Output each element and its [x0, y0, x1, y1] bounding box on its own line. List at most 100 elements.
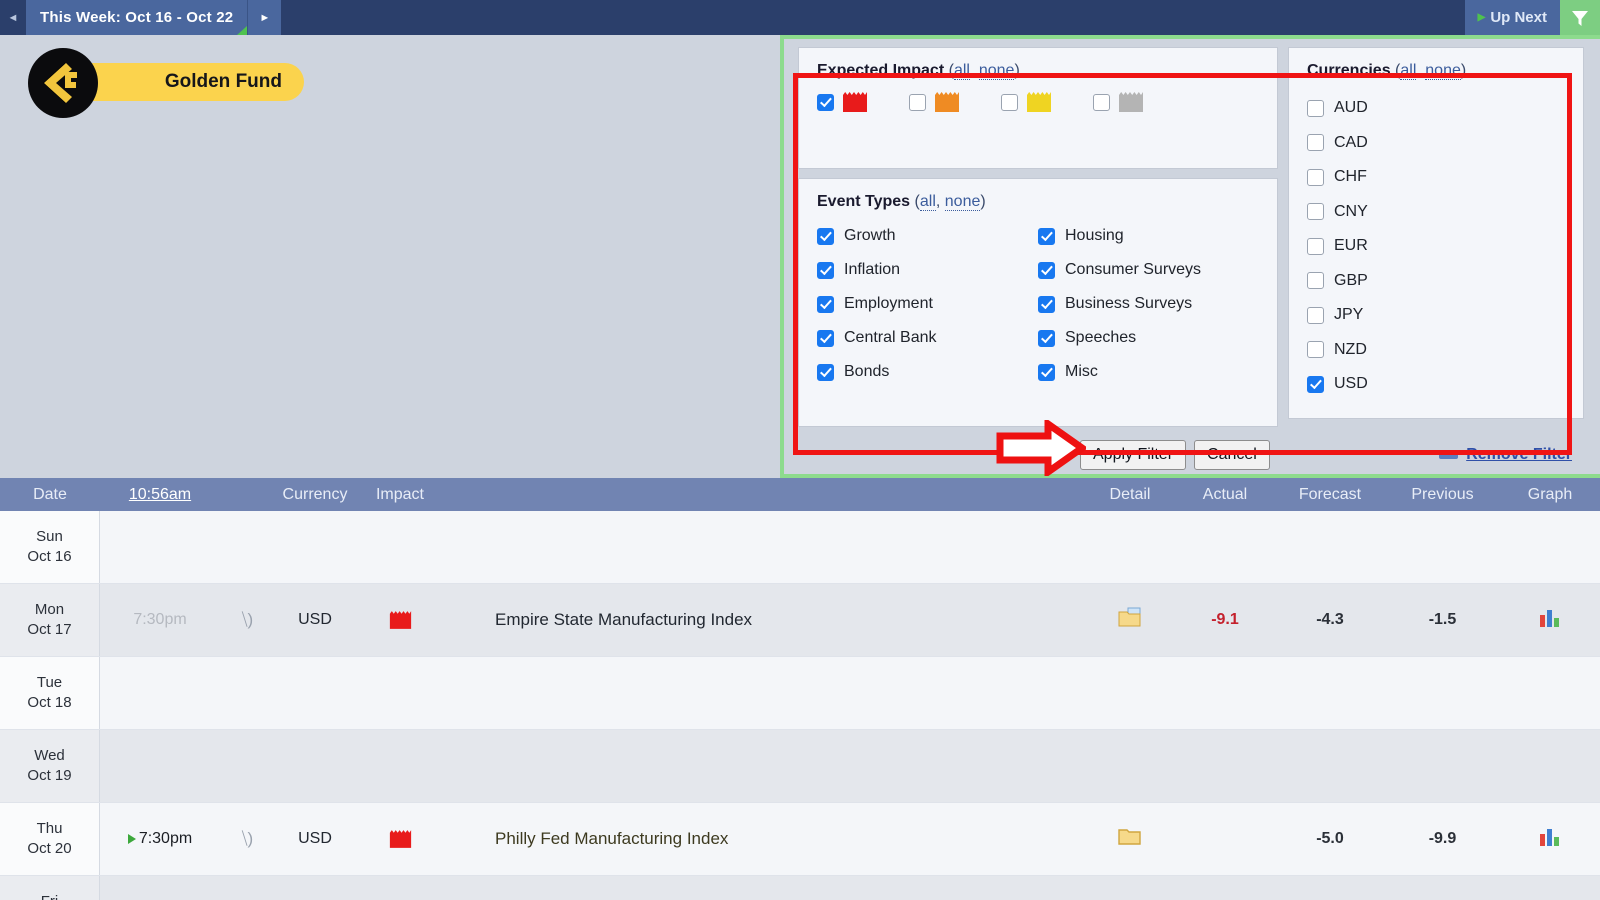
calendar-row[interactable]: Wed Oct 19 [0, 730, 1600, 803]
row-date-text: Oct 20 [27, 840, 72, 857]
impact-option-2[interactable] [1001, 91, 1093, 113]
cancel-button[interactable]: Cancel [1194, 440, 1270, 470]
event-type-employment[interactable]: Employment [817, 290, 1038, 318]
row-sound-alert[interactable]: ⧹) [220, 610, 275, 630]
current-week-tab[interactable]: This Week: Oct 16 - Oct 22 [26, 0, 248, 35]
event-type-consumer-surveys[interactable]: Consumer Surveys [1038, 256, 1259, 284]
event-type-checkbox-4[interactable] [1038, 363, 1055, 381]
currencies-select-none-link[interactable]: none [1425, 62, 1461, 80]
currency-label: CAD [1334, 133, 1368, 151]
currency-option-gbp[interactable]: GBP [1307, 264, 1565, 299]
currency-option-eur[interactable]: EUR [1307, 229, 1565, 264]
impact-checkbox-0[interactable] [817, 93, 834, 111]
impact-checkbox-2[interactable] [1001, 93, 1018, 111]
event-type-checkbox-1[interactable] [817, 261, 834, 279]
folder-page-icon[interactable] [1118, 607, 1142, 628]
row-graph[interactable] [1500, 827, 1600, 852]
calendar-row[interactable]: FriOct 21 [0, 876, 1600, 900]
row-detail[interactable] [1085, 607, 1175, 633]
event-types-title-text: Event Types [817, 193, 911, 210]
event-type-bonds[interactable]: Bonds [817, 358, 1038, 386]
impact-option-3[interactable] [1093, 91, 1185, 113]
currency-checkbox-aud[interactable] [1307, 99, 1324, 117]
event-type-checkbox-2[interactable] [817, 295, 834, 313]
column-header-impact[interactable]: Impact [355, 486, 445, 504]
row-detail[interactable] [1085, 826, 1175, 852]
currency-checkbox-cad[interactable] [1307, 134, 1324, 152]
currency-label: CNY [1334, 202, 1368, 220]
currency-checkbox-eur[interactable] [1307, 237, 1324, 255]
impact-folder-yellow-icon [1027, 92, 1051, 112]
event-type-misc[interactable]: Misc [1038, 358, 1259, 386]
up-next-button[interactable]: ▶ Up Next [1464, 0, 1560, 35]
event-type-checkbox-3[interactable] [1038, 329, 1055, 347]
column-header-detail[interactable]: Detail [1085, 486, 1175, 504]
column-header-currency[interactable]: Currency [275, 486, 355, 504]
impact-checkbox-1[interactable] [909, 93, 926, 111]
currency-checkbox-usd[interactable] [1307, 375, 1324, 393]
event-type-inflation[interactable]: Inflation [817, 256, 1038, 284]
currency-option-jpy[interactable]: JPY [1307, 298, 1565, 333]
calendar-row[interactable]: Thu Oct 20 7:30pm ⧹) USD Philly Fed Manufactu… [0, 803, 1600, 876]
row-forecast: -5.0 [1316, 830, 1344, 847]
brand-logo[interactable]: Golden Fund [28, 48, 304, 118]
row-sound-alert[interactable]: ⧹) [220, 829, 275, 849]
expected-impact-options [817, 91, 1259, 113]
previous-week-arrow-icon[interactable]: ◄ [0, 0, 26, 35]
impact-select-all-link[interactable]: all [953, 62, 970, 80]
event-type-checkbox-2[interactable] [1038, 295, 1055, 313]
impact-checkbox-3[interactable] [1093, 93, 1110, 111]
event-type-checkbox-1[interactable] [1038, 261, 1055, 279]
row-event-title[interactable]: Empire State Manufacturing Index [445, 610, 1085, 630]
currency-checkbox-cny[interactable] [1307, 203, 1324, 221]
folder-icon[interactable] [1118, 826, 1142, 847]
currency-checkbox-gbp[interactable] [1307, 272, 1324, 290]
impact-option-1[interactable] [909, 91, 1001, 113]
event-type-speeches[interactable]: Speeches [1038, 324, 1259, 352]
currency-option-nzd[interactable]: NZD [1307, 333, 1565, 368]
event-type-central-bank[interactable]: Central Bank [817, 324, 1038, 352]
row-date: Thu Oct 20 [0, 803, 100, 875]
impact-select-none-link[interactable]: none [978, 62, 1015, 80]
column-header-date[interactable]: Date [0, 486, 100, 504]
graph-icon[interactable] [1538, 827, 1562, 847]
row-graph[interactable] [1500, 608, 1600, 633]
currency-option-aud[interactable]: AUD [1307, 91, 1565, 126]
column-header-graph[interactable]: Graph [1500, 486, 1600, 504]
column-header-previous[interactable]: Previous [1385, 486, 1500, 504]
event-type-checkbox-0[interactable] [817, 227, 834, 245]
currency-option-cad[interactable]: CAD [1307, 126, 1565, 161]
column-header-actual[interactable]: Actual [1175, 486, 1275, 504]
impact-option-0[interactable] [817, 91, 909, 113]
currency-checkbox-chf[interactable] [1307, 168, 1324, 186]
event-types-select-none-link[interactable]: none [944, 193, 981, 211]
event-type-checkbox-4[interactable] [817, 363, 834, 381]
column-header-time[interactable]: 10:56am [100, 486, 220, 504]
filter-toggle-button[interactable] [1560, 0, 1600, 35]
event-types-select-all-link[interactable]: all [919, 193, 936, 211]
currency-checkbox-nzd[interactable] [1307, 341, 1324, 359]
event-type-business-surveys[interactable]: Business Surveys [1038, 290, 1259, 318]
remove-filter-link[interactable]: Remove Filter [1439, 446, 1572, 464]
calendar-row[interactable]: Sun Oct 16 [0, 511, 1600, 584]
currency-option-usd[interactable]: USD [1307, 367, 1565, 402]
currency-option-chf[interactable]: CHF [1307, 160, 1565, 195]
apply-filter-button[interactable]: Apply Filter [1080, 440, 1187, 470]
currency-checkbox-jpy[interactable] [1307, 306, 1324, 324]
row-time[interactable]: 7:30pm [100, 611, 220, 629]
graph-icon[interactable] [1538, 608, 1562, 628]
row-event-title[interactable]: Philly Fed Manufacturing Index [445, 829, 1085, 849]
currencies-select-all-link[interactable]: all [1400, 62, 1417, 80]
event-type-growth[interactable]: Growth [817, 222, 1038, 250]
calendar-row[interactable]: Tue Oct 18 [0, 657, 1600, 730]
next-week-arrow-icon[interactable]: ► [247, 0, 282, 35]
event-type-housing[interactable]: Housing [1038, 222, 1259, 250]
column-header-forecast[interactable]: Forecast [1275, 486, 1385, 504]
row-time[interactable]: 7:30pm [100, 830, 220, 848]
event-type-checkbox-0[interactable] [1038, 227, 1055, 245]
row-impact [355, 610, 445, 630]
speaker-icon: ⧹) [241, 610, 254, 629]
currency-option-cny[interactable]: CNY [1307, 195, 1565, 230]
event-type-checkbox-3[interactable] [817, 329, 834, 347]
calendar-row[interactable]: Mon Oct 17 7:30pm ⧹) USD Empire State Manufac… [0, 584, 1600, 657]
